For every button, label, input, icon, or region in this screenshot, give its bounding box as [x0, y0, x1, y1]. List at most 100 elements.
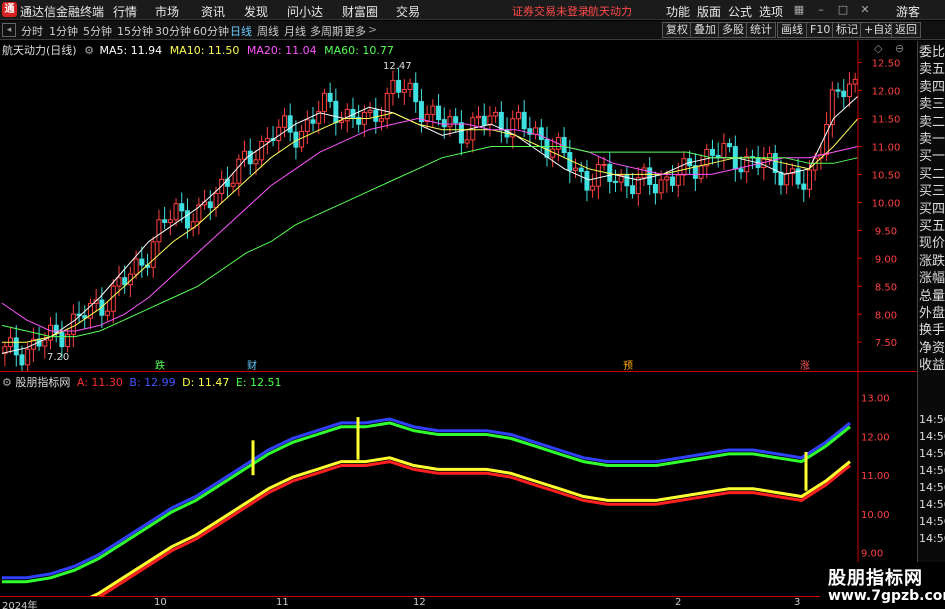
indicator-line — [2, 421, 851, 584]
side-tab[interactable]: 卖一 — [919, 132, 945, 148]
side-tab[interactable]: 买五 — [919, 219, 945, 235]
menu-trade[interactable]: 交易 — [396, 3, 420, 20]
side-tab[interactable]: 收益 — [919, 358, 945, 374]
side-tab[interactable]: 委比 — [919, 45, 945, 61]
side-tab[interactable]: 净资 — [919, 341, 945, 357]
period-intraday[interactable]: 分时 — [21, 23, 43, 39]
menu-wealth[interactable]: 财富圈 — [342, 3, 378, 20]
login-status[interactable]: 证券交易未登录 — [512, 3, 589, 19]
maximize-icon[interactable]: □ — [834, 1, 852, 18]
event-finance[interactable]: 财 — [247, 359, 257, 371]
candle-body — [413, 82, 419, 103]
candle-body — [515, 111, 521, 120]
menu-options[interactable]: 选项 — [759, 3, 783, 20]
side-tab[interactable]: 买一 — [919, 149, 945, 165]
candle-body — [162, 219, 168, 223]
back-button[interactable]: 返回 — [891, 22, 921, 38]
draw-button[interactable]: 画线 — [777, 22, 807, 38]
candle-body — [253, 159, 259, 165]
menu-function[interactable]: 功能 — [666, 3, 690, 20]
close-icon[interactable]: ✕ — [856, 1, 874, 18]
period-5min[interactable]: 5分钟 — [83, 23, 112, 39]
side-tab[interactable]: 现价 — [919, 236, 945, 252]
candle-body — [612, 180, 618, 183]
side-tab[interactable]: 卖五 — [919, 62, 945, 78]
candle-body — [493, 111, 499, 117]
menu-layout[interactable]: 版面 — [697, 3, 721, 20]
candle-body — [498, 111, 504, 131]
menu-formula[interactable]: 公式 — [728, 3, 752, 20]
chevron-right-icon[interactable]: > — [368, 23, 377, 36]
indicator-line — [97, 460, 851, 596]
candle-body — [122, 277, 128, 286]
period-monthly[interactable]: 月线 — [284, 23, 306, 39]
price-tick-label: 9.00 — [875, 254, 897, 265]
menu-market-quotes[interactable]: 行情 — [113, 3, 137, 20]
candle-body — [829, 89, 835, 125]
period-multi[interactable]: 多周期 — [310, 23, 343, 39]
candle-body — [207, 201, 213, 209]
multi-stock-button[interactable]: 多股 — [718, 22, 748, 38]
minimize-icon[interactable]: – — [812, 1, 830, 18]
candle-body — [533, 127, 539, 135]
side-tab[interactable]: 买四 — [919, 202, 945, 218]
mark-button[interactable]: 标记 — [832, 22, 862, 38]
time-label: 14:56 — [919, 430, 945, 443]
event-forecast[interactable]: 预 — [623, 360, 633, 371]
event-fall[interactable]: 跌 — [155, 359, 165, 371]
period-daily[interactable]: 日线 — [230, 23, 252, 39]
period-more[interactable]: 更多 — [344, 23, 366, 39]
side-tab[interactable]: 外盘 — [919, 306, 945, 322]
f10-button[interactable]: F10 — [806, 22, 835, 38]
menu-discover[interactable]: 发现 — [244, 3, 268, 20]
menu-ask[interactable]: 问小达 — [287, 3, 323, 20]
side-tab[interactable]: 买三 — [919, 184, 945, 200]
candle-body — [276, 126, 282, 142]
side-tab[interactable]: 总量 — [919, 289, 945, 305]
candle-body — [173, 203, 179, 221]
back-arrow-icon[interactable]: ◂ — [2, 23, 16, 37]
side-tab[interactable]: 卖四 — [919, 80, 945, 96]
candle-body — [784, 173, 790, 186]
side-tab[interactable]: 换手 — [919, 323, 945, 339]
period-30min[interactable]: 30分钟 — [155, 23, 191, 39]
date-label: 2024年 — [2, 601, 38, 609]
event-rise[interactable]: 涨 — [800, 360, 810, 371]
period-60min[interactable]: 60分钟 — [193, 23, 229, 39]
price-tick-label: 12.50 — [872, 59, 901, 70]
period-1min[interactable]: 1分钟 — [49, 23, 78, 39]
adjust-button[interactable]: 复权 — [662, 22, 692, 38]
side-tab[interactable]: 涨跌 — [919, 254, 945, 270]
indicator-tick-label: 11.00 — [861, 471, 890, 482]
candle-body — [738, 168, 744, 173]
high-marker: 12.47 — [383, 61, 412, 72]
guest-label[interactable]: 游客 — [896, 3, 920, 20]
overlay-button[interactable]: 叠加 — [690, 22, 720, 38]
side-tab[interactable]: 买二 — [919, 167, 945, 183]
grid-icon[interactable]: ▦ — [790, 1, 808, 18]
period-weekly[interactable]: 周线 — [257, 23, 279, 39]
menu-news[interactable]: 资讯 — [201, 3, 225, 20]
candle-body — [333, 100, 339, 124]
candle-body — [396, 79, 402, 93]
period-15min[interactable]: 15分钟 — [117, 23, 153, 39]
candle-body — [230, 182, 236, 187]
candle-body — [344, 109, 350, 122]
indicator-tick-label: 9.00 — [861, 549, 883, 560]
candle-body — [441, 119, 447, 128]
side-tab[interactable]: 卖三 — [919, 97, 945, 113]
price-tick-label: 10.00 — [872, 198, 901, 209]
indicator-tick-label: 12.00 — [861, 432, 890, 443]
candle-body — [390, 79, 396, 94]
side-tab[interactable]: 卖二 — [919, 115, 945, 131]
side-tab[interactable]: 涨幅 — [919, 271, 945, 287]
stats-button[interactable]: 统计 — [746, 22, 776, 38]
kline-chart[interactable]: 12.50 12.00 11.50 11.00 10.50 10.00 9.50 9.00 8.… — [0, 41, 917, 371]
indicator-chart[interactable]: 13.0012.0011.0010.009.00自动交易 — [0, 372, 917, 596]
watermark-url: www.7gpzb.com — [828, 588, 945, 604]
candle-body — [42, 339, 48, 347]
candle-body — [538, 127, 544, 141]
menu-market[interactable]: 市场 — [155, 3, 179, 20]
candle-body — [641, 167, 647, 179]
candle-body — [709, 149, 715, 156]
